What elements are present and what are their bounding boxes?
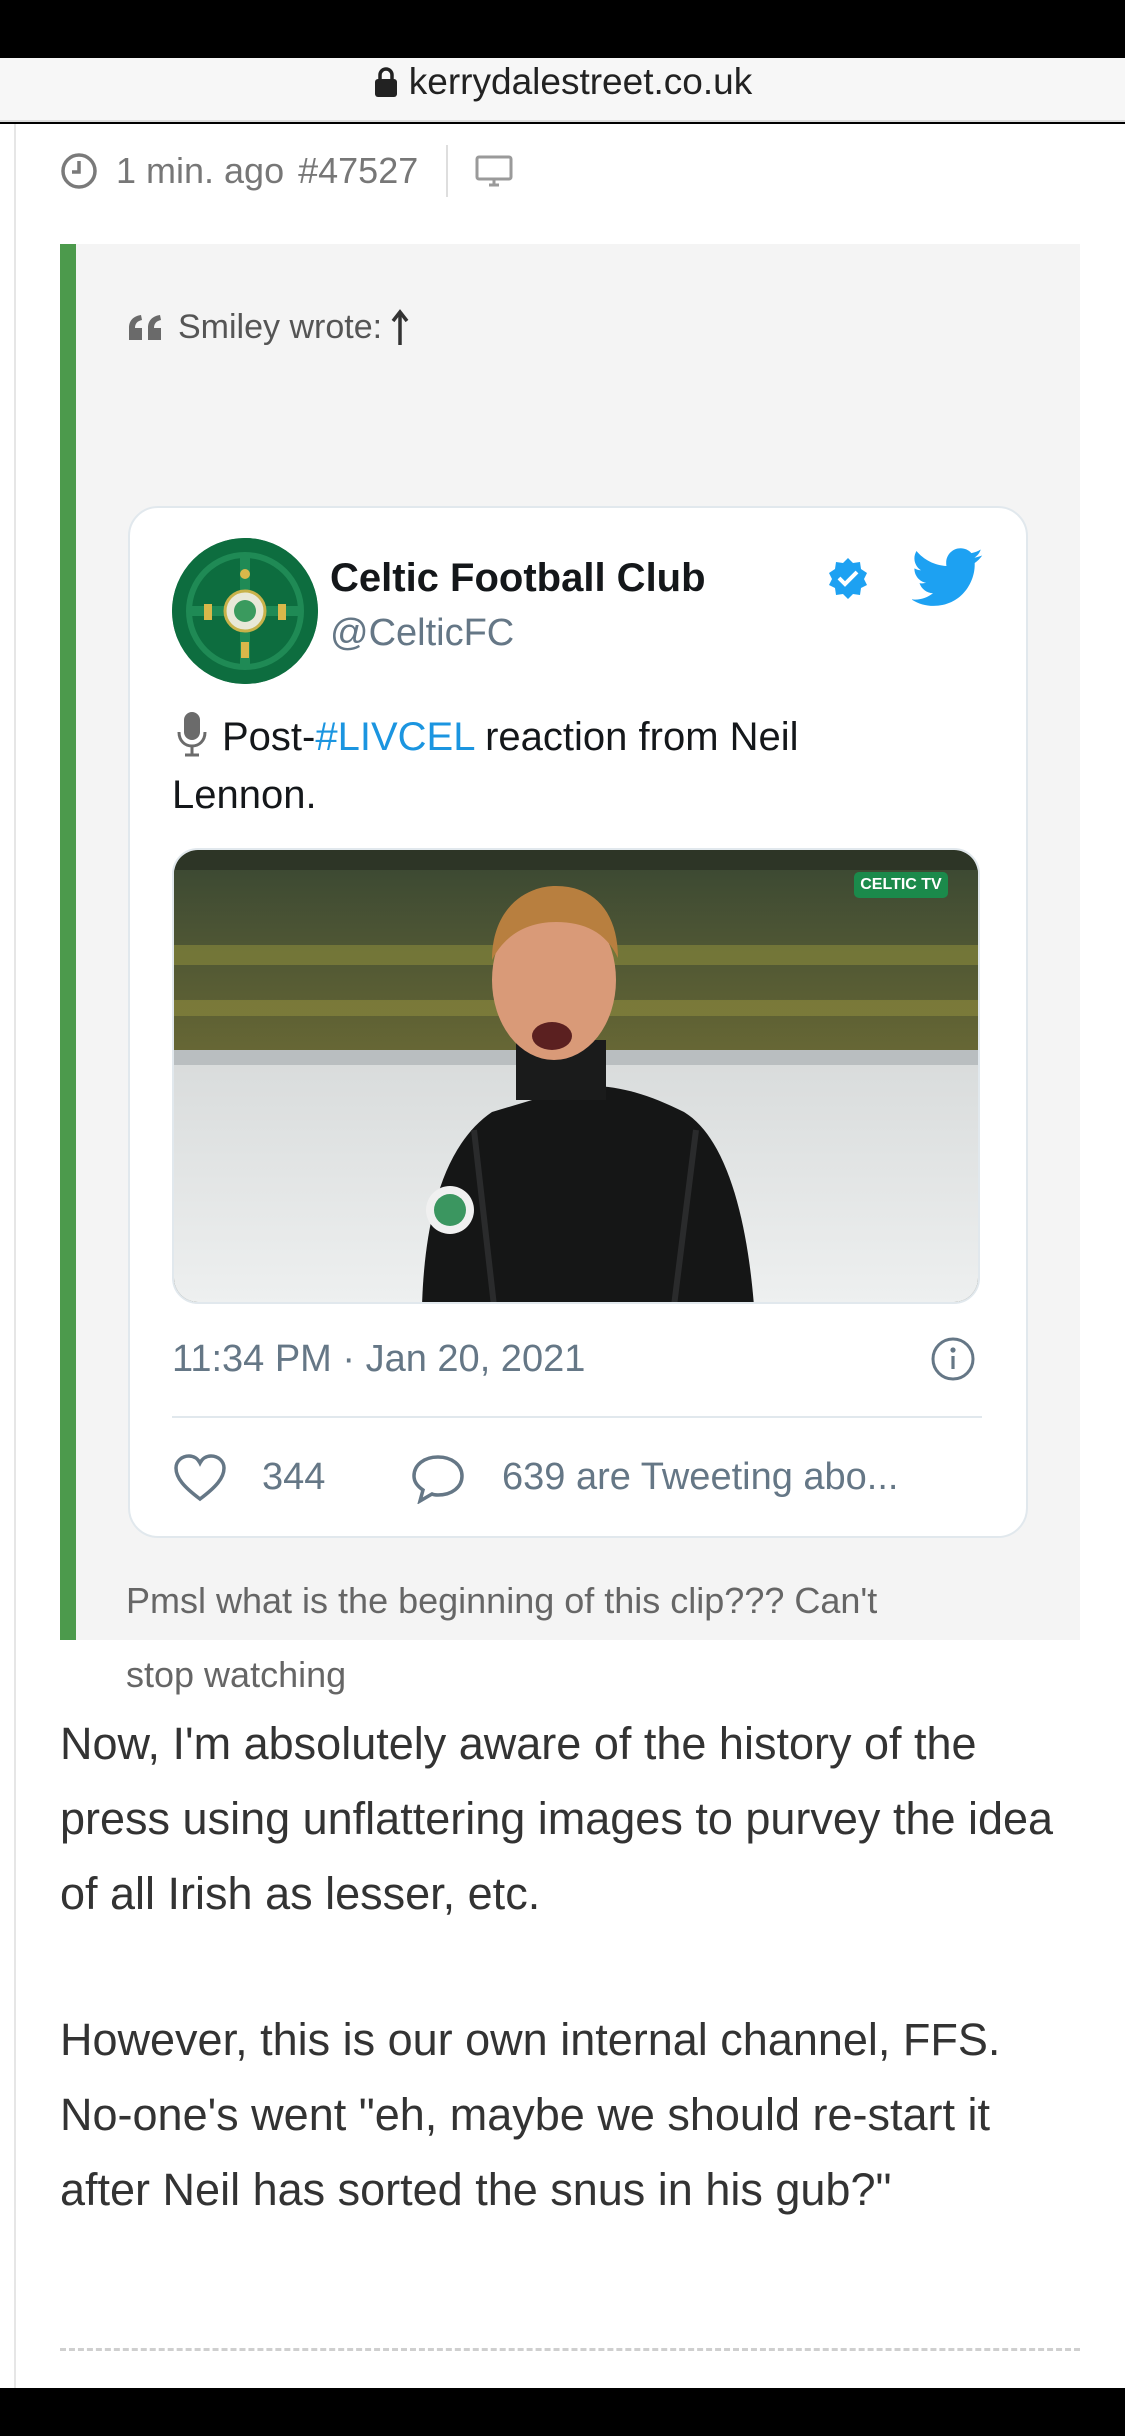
status-bar	[0, 0, 1125, 58]
page-left-border	[14, 124, 16, 2388]
arrow-up-icon[interactable]	[390, 308, 410, 347]
celtic-crest-avatar[interactable]	[172, 538, 318, 684]
embedded-tweet[interactable]: Celtic Football Club @CelticFC Post-#LIV…	[128, 506, 1028, 1538]
heart-icon[interactable]	[172, 1452, 228, 1504]
quoted-text-line1: Pmsl what is the beginning of this clip?…	[126, 1580, 878, 1621]
twitter-bird-icon[interactable]	[912, 548, 984, 608]
tweet-like-count: 344	[262, 1456, 326, 1498]
tweet-video-thumbnail[interactable]: CELTIC TV	[172, 848, 980, 1304]
post-paragraph-2: However, this is our own internal channe…	[60, 2014, 1001, 2215]
info-icon[interactable]	[930, 1336, 976, 1382]
tweet-text-prefix: Post-	[222, 715, 316, 759]
tweet-text-line2: Lennon.	[172, 773, 317, 817]
microphone-icon	[177, 712, 207, 757]
quote-block: Smiley wrote: Celtic Football Club @Celt…	[60, 244, 1080, 1695]
quote-mark-icon	[129, 314, 161, 340]
quote-accent-bar	[60, 244, 76, 1640]
tweet-hashtag-link[interactable]: #LIVCEL	[315, 715, 474, 759]
tweet-text-rest: reaction from Neil	[473, 715, 799, 759]
clock-icon	[61, 153, 97, 189]
tweet-timestamp[interactable]: 11:34 PM · Jan 20, 2021	[172, 1338, 585, 1381]
tweet-text: Post-#LIVCEL reaction from Neil Lennon.	[172, 708, 972, 824]
post-number-link[interactable]: #47527	[298, 150, 418, 192]
meta-divider	[446, 145, 449, 197]
quote-author: Smiley wrote:	[178, 308, 383, 346]
celtic-tv-badge: CELTIC TV	[860, 876, 942, 893]
post-meta: 1 min. ago #47527	[60, 142, 514, 200]
post-time-ago: 1 min. ago	[116, 150, 285, 191]
forum-post: 1 min. ago #47527 Smiley wrote: Celtic F…	[0, 124, 1125, 2388]
browser-address-bar[interactable]: kerrydalestreet.co.uk	[0, 58, 1125, 122]
tweet-author-handle[interactable]: @CelticFC	[330, 612, 514, 655]
tweet-divider	[172, 1416, 982, 1418]
quote-header: Smiley wrote:	[126, 308, 410, 347]
reply-icon[interactable]	[410, 1452, 466, 1504]
verified-icon	[829, 558, 867, 599]
monitor-icon	[475, 155, 513, 187]
tweet-talking-count[interactable]: 639 are Tweeting abo...	[502, 1456, 898, 1499]
tweet-author-name[interactable]: Celtic Football Club	[330, 556, 706, 601]
post-paragraph-1: Now, I'm absolutely aware of the history…	[60, 1718, 1054, 1919]
home-indicator-area	[0, 2388, 1125, 2436]
quoted-text-line2: stop watching	[126, 1654, 347, 1695]
address-url[interactable]: kerrydalestreet.co.uk	[409, 61, 752, 103]
lock-icon	[373, 66, 399, 98]
post-separator	[60, 2348, 1080, 2351]
